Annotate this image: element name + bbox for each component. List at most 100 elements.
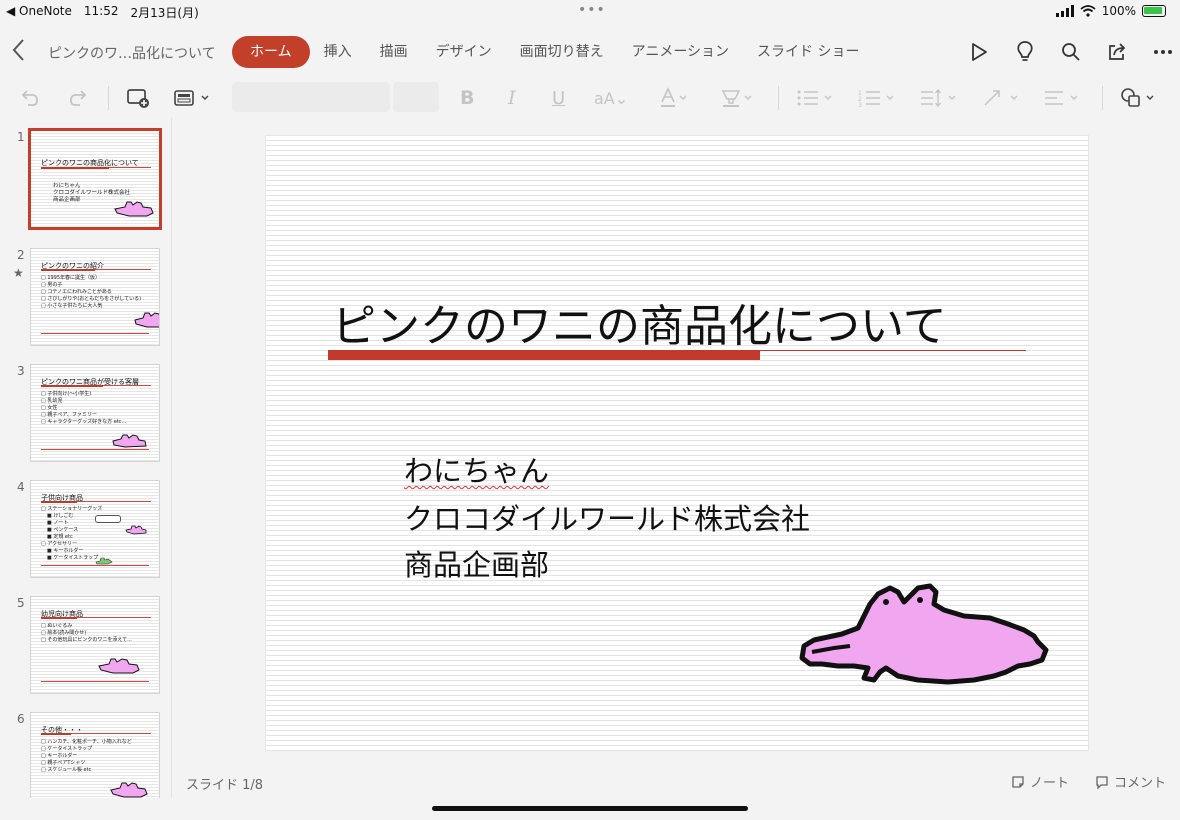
slide-canvas[interactable]: ピンクのワニの商品化について わにちゃん クロコダイルワールド株式会社 商品企画… bbox=[266, 136, 1088, 750]
ribbon-divider bbox=[778, 86, 779, 110]
notes-label: ノート bbox=[1029, 776, 1069, 791]
thumbnail-title-line bbox=[109, 167, 151, 168]
thumbnail-title-bar bbox=[41, 167, 109, 169]
comments-button[interactable]: コメント bbox=[1095, 772, 1166, 791]
italic-icon: I bbox=[508, 87, 516, 109]
tab-slideshow[interactable]: スライド ショー bbox=[743, 36, 873, 68]
slide-thumbnail[interactable]: 幼児向け商品 □ ぬいぐるみ □ 絵本(読み聞かせ) □ その他玩具にピンクのワ… bbox=[30, 596, 160, 694]
thumbnail-footer-line bbox=[41, 565, 149, 566]
italic-button[interactable]: I bbox=[508, 84, 516, 112]
thumbnail-number: 4 bbox=[17, 480, 25, 494]
slide-subtitle-line[interactable]: クロコダイルワールド株式会社 bbox=[404, 496, 810, 538]
thumbnail-row[interactable]: 5 幼児向け商品 □ ぬいぐるみ □ 絵本(読み聞かせ) □ その他玩具にピンク… bbox=[0, 596, 171, 700]
new-slide-icon bbox=[127, 89, 149, 108]
document-title[interactable]: ピンクのワ…品化について bbox=[48, 43, 216, 63]
align-button[interactable] bbox=[1044, 84, 1084, 112]
thumbnail-row[interactable]: 2 ★ ピンクのワニの紹介 □ 1995年春に誕生（仮） □ 男の子 □ コテノ… bbox=[0, 248, 171, 352]
thumbnail-bullet: ■ キーホルダー bbox=[47, 548, 84, 554]
thumbnail-bullet: □ さびしがりや(おともだちをさがしている) bbox=[41, 296, 142, 302]
thumbnail-title-line bbox=[77, 617, 151, 618]
more-button[interactable] bbox=[1140, 36, 1180, 68]
home-indicator[interactable] bbox=[432, 806, 748, 811]
thumbnail-title-line bbox=[71, 733, 151, 734]
thumbnail-title-bar bbox=[41, 617, 77, 619]
tab-home[interactable]: ホーム bbox=[232, 36, 310, 68]
shapes-icon bbox=[1121, 88, 1154, 107]
signal-icon bbox=[1055, 5, 1074, 17]
tab-draw[interactable]: 描画 bbox=[366, 36, 422, 68]
thumbnail-number: 6 bbox=[17, 712, 25, 726]
share-button[interactable] bbox=[1094, 36, 1140, 68]
numbering-icon: 123 bbox=[858, 90, 894, 108]
ideas-button[interactable] bbox=[1002, 36, 1048, 68]
font-color-button[interactable] bbox=[658, 84, 690, 112]
multitask-dots-icon[interactable]: ••• bbox=[578, 2, 606, 18]
slide-subtitle-line[interactable]: わにちゃん bbox=[404, 448, 549, 490]
font-name-field[interactable] bbox=[232, 82, 390, 112]
thumbnail-title-bar bbox=[41, 501, 77, 503]
font-size-field[interactable] bbox=[393, 82, 439, 112]
play-icon bbox=[972, 43, 987, 61]
thumbnail-bullet: ■ ケータイストラップ bbox=[47, 555, 99, 561]
thumbnail-bullet: □ ハンカチ、化粧ポーチ、小物入れなど bbox=[41, 739, 132, 745]
highlight-button[interactable] bbox=[720, 84, 754, 112]
tab-insert[interactable]: 挿入 bbox=[310, 36, 366, 68]
back-to-app-link[interactable]: ◀ OneNote bbox=[6, 4, 72, 21]
thumbnail-row[interactable]: 1 ピンクのワニの商品化について わにちゃん クロコダイルワールド株式会社 商品… bbox=[0, 128, 171, 234]
font-color-icon bbox=[661, 87, 687, 107]
thumbnail-row[interactable]: 4 子供向け商品 □ ステーショナリーグッズ ■ けしごむ ■ ノート ■ ペン… bbox=[0, 480, 171, 584]
slide-thumbnail[interactable]: 子供向け商品 □ ステーショナリーグッズ ■ けしごむ ■ ノート ■ ペンケー… bbox=[30, 480, 160, 578]
redo-button[interactable] bbox=[66, 84, 88, 112]
slide-thumbnail[interactable]: ピンクのワニの商品化について わにちゃん クロコダイルワールド株式会社 商品企画… bbox=[28, 128, 162, 230]
undo-button[interactable] bbox=[20, 84, 42, 112]
slide-thumbnail[interactable]: ピンクのワニの紹介 □ 1995年春に誕生（仮） □ 男の子 □ コテノエにわれ… bbox=[30, 248, 160, 346]
thumbnail-row[interactable]: 6 その他・・・ □ ハンカチ、化粧ポーチ、小物入れなど □ ケータイストラップ… bbox=[0, 712, 171, 798]
slide-counter: スライド 1/8 bbox=[186, 778, 264, 793]
thumbnail-bullet: □ 親子ペアTシャツ bbox=[41, 760, 86, 766]
slide-title[interactable]: ピンクのワニの商品化について bbox=[332, 290, 947, 354]
thumbnail-bullet: □ ステーショナリーグッズ bbox=[41, 506, 103, 512]
thumbnail-bullet: ■ ノート bbox=[47, 520, 69, 526]
thumbnail-bullet: □ 絵本(読み聞かせ) bbox=[41, 630, 87, 636]
slide-thumbnail[interactable]: ピンクのワニ商品が受ける客層 □ 子供向け(〜小学生) □ 乳幼児 □ 女性 □… bbox=[30, 364, 160, 462]
thumbnail-number: 1 bbox=[17, 130, 25, 144]
green-crocodile-illustration bbox=[95, 557, 113, 565]
thumbnail-bullet: ■ 定規 etc bbox=[47, 534, 73, 540]
thumbnail-title-line bbox=[77, 501, 151, 502]
back-button[interactable] bbox=[12, 38, 32, 64]
tab-design[interactable]: デザイン bbox=[422, 36, 506, 68]
shapes-button[interactable] bbox=[1120, 84, 1160, 112]
more-icon bbox=[1154, 50, 1172, 54]
underline-button[interactable]: U bbox=[552, 84, 565, 112]
battery-percent: 100% bbox=[1101, 4, 1136, 18]
new-slide-button[interactable] bbox=[126, 84, 150, 112]
text-direction-button[interactable] bbox=[982, 84, 1022, 112]
slide-subtitle-line[interactable]: 商品企画部 bbox=[404, 542, 549, 584]
bullets-button[interactable] bbox=[796, 84, 836, 112]
thumbnail-bullet: □ 1995年春に誕生（仮） bbox=[41, 275, 101, 281]
thumbnail-footer-line bbox=[41, 681, 149, 682]
thumbnail-title-bar bbox=[41, 733, 71, 735]
bold-button[interactable]: B bbox=[460, 84, 474, 112]
numbering-button[interactable]: 123 bbox=[858, 84, 898, 112]
svg-text:3: 3 bbox=[858, 102, 862, 108]
battery-icon bbox=[1142, 5, 1166, 17]
play-button[interactable] bbox=[956, 36, 1002, 68]
ribbon-divider bbox=[1102, 86, 1103, 110]
tab-transitions[interactable]: 画面切り替え bbox=[506, 36, 618, 68]
layout-button[interactable] bbox=[174, 84, 210, 112]
tab-animations[interactable]: アニメーション bbox=[618, 36, 743, 68]
thumbnail-row[interactable]: 3 ピンクのワニ商品が受ける客層 □ 子供向け(〜小学生) □ 乳幼児 □ 女性… bbox=[0, 364, 171, 468]
slide-thumbnail[interactable]: その他・・・ □ ハンカチ、化粧ポーチ、小物入れなど □ ケータイストラップ □… bbox=[30, 712, 160, 798]
thumbnail-footer-line bbox=[41, 333, 149, 334]
thumbnail-bullet: □ スケジュール帳 etc bbox=[41, 767, 92, 773]
notes-button[interactable]: ノート bbox=[1011, 772, 1069, 791]
undo-icon bbox=[21, 90, 39, 106]
crocodile-illustration[interactable] bbox=[794, 580, 1050, 690]
thumbnail-title-bar bbox=[41, 385, 103, 387]
line-spacing-button[interactable] bbox=[920, 84, 960, 112]
font-size-menu-button[interactable]: aA⌄ bbox=[594, 84, 628, 112]
thumbnail-title-line bbox=[103, 385, 151, 386]
search-icon bbox=[1062, 43, 1080, 61]
search-button[interactable] bbox=[1048, 36, 1094, 68]
